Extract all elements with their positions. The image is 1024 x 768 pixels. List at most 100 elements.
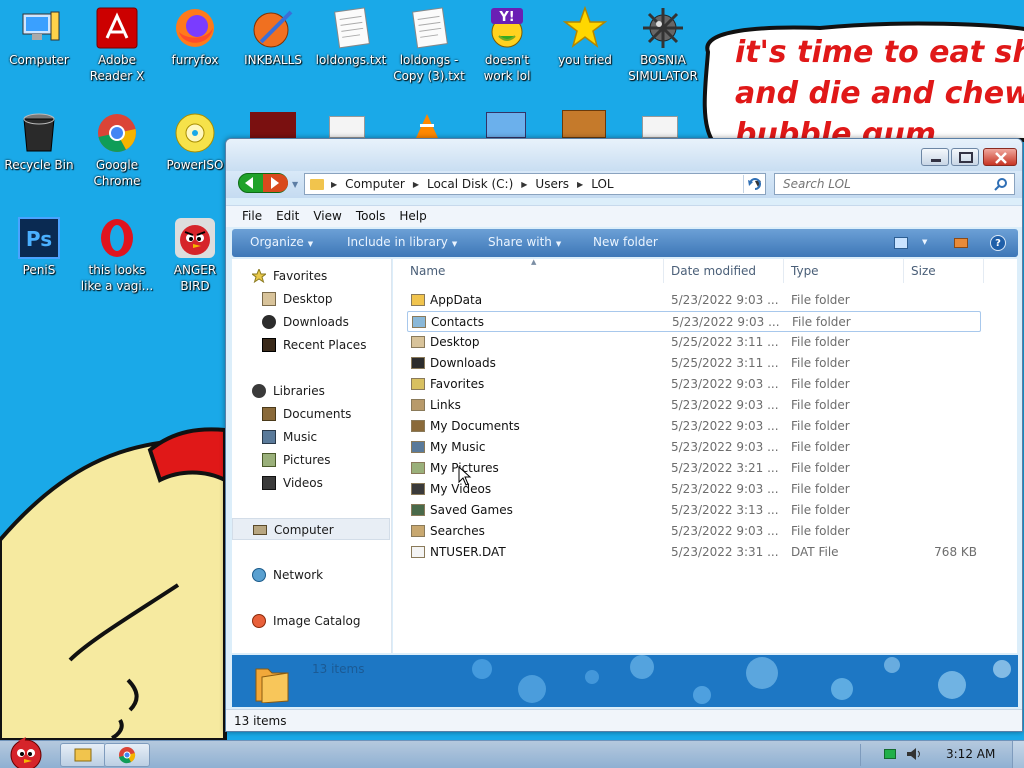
nav-image-catalog[interactable]: Image Catalog [232, 610, 390, 632]
nav-network[interactable]: Network [232, 564, 390, 586]
search-input[interactable] [783, 177, 983, 191]
breadcrumb-users[interactable]: Users [535, 177, 569, 191]
libraries-icon [252, 384, 266, 398]
desktop-icon-adobe-reader[interactable]: Adobe Reader X [78, 0, 156, 84]
nav-downloads[interactable]: Downloads [232, 311, 390, 333]
text-file-icon[interactable] [329, 116, 365, 138]
back-forward-buttons[interactable] [238, 173, 288, 193]
title-bar[interactable] [226, 139, 1022, 171]
preview-pane-icon[interactable] [954, 238, 968, 248]
recent-pages-dropdown[interactable]: ▼ [292, 180, 298, 189]
start-button[interactable] [2, 733, 48, 768]
menu-view[interactable]: View [306, 206, 348, 226]
show-desktop-button[interactable] [1012, 741, 1024, 768]
file-date-modified: 5/23/2022 3:13 ... [671, 503, 779, 517]
desktop-icon-google-chrome[interactable]: Google Chrome [78, 105, 156, 189]
file-row[interactable]: Searches 5/23/2022 9:03 ... File folder [407, 521, 981, 542]
nav-videos[interactable]: Videos [232, 472, 390, 494]
menu-help[interactable]: Help [392, 206, 433, 226]
nav-favorites[interactable]: Favorites [232, 265, 390, 287]
network-icon [252, 568, 266, 582]
chevron-right-icon[interactable]: ▶ [577, 180, 583, 189]
file-date-modified: 5/23/2022 9:03 ... [671, 482, 779, 496]
volume-icon[interactable] [906, 747, 922, 761]
network-tray-icon[interactable] [884, 749, 896, 759]
close-button[interactable] [983, 148, 1017, 166]
menu-edit[interactable]: Edit [269, 206, 306, 226]
new-folder-button[interactable]: New folder [593, 235, 658, 249]
column-divider[interactable] [983, 259, 984, 283]
column-header-name[interactable]: Name [410, 264, 445, 284]
chevron-right-icon[interactable]: ▶ [521, 180, 527, 189]
desktop-icon-recycle-bin[interactable]: Recycle Bin [0, 105, 78, 173]
column-divider[interactable] [663, 259, 664, 283]
breadcrumb-lol[interactable]: LOL [591, 177, 613, 191]
chevron-right-icon[interactable]: ▶ [413, 180, 419, 189]
desktop-icon-you-tried[interactable]: you tried [546, 0, 624, 68]
file-row[interactable]: AppData 5/23/2022 9:03 ... File folder [407, 290, 981, 311]
maximize-button[interactable] [951, 148, 979, 166]
column-divider[interactable] [903, 259, 904, 283]
file-row[interactable]: Favorites 5/23/2022 9:03 ... File folder [407, 374, 981, 395]
desktop-icon-poweriso[interactable]: PowerISO [156, 105, 234, 173]
column-header-type[interactable]: Type [791, 264, 819, 284]
file-row[interactable]: Links 5/23/2022 9:03 ... File folder [407, 395, 981, 416]
file-row[interactable]: My Documents 5/23/2022 9:03 ... File folde… [407, 416, 981, 437]
chevron-right-icon[interactable]: ▶ [331, 180, 337, 189]
desktop-icon-opera[interactable]: this looks like a vagi... [78, 210, 156, 294]
file-row[interactable]: Downloads 5/25/2022 3:11 ... File folder [407, 353, 981, 374]
refresh-button[interactable] [743, 175, 765, 193]
desktop-icon-furryfox[interactable]: furryfox [156, 0, 234, 68]
nav-libraries[interactable]: Libraries [232, 380, 390, 402]
menu-tools[interactable]: Tools [349, 206, 393, 226]
settings-app-icon[interactable] [486, 112, 526, 138]
address-bar[interactable]: ▶ Computer ▶ Local Disk (C:) ▶ Users ▶ L… [304, 173, 766, 195]
flash-icon[interactable] [250, 112, 296, 138]
breadcrumb-local-disk[interactable]: Local Disk (C:) [427, 177, 513, 191]
help-icon[interactable]: ? [990, 235, 1006, 251]
organize-button[interactable]: Organize ▼ [250, 235, 313, 249]
nav-music[interactable]: Music [232, 426, 390, 448]
desktop-icon-loldongs-txt[interactable]: loldongs.txt [312, 0, 390, 68]
file-row[interactable]: My Pictures 5/23/2022 3:21 ... File folder [407, 458, 981, 479]
desktop-icon-penis-photoshop[interactable]: Ps PeniS [0, 210, 78, 278]
column-header-size[interactable]: Size [911, 264, 936, 284]
desktop-icon-bosnia-simulator[interactable]: BOSNIA SIMULATOR [624, 0, 702, 84]
taskbar-chrome-button[interactable] [104, 743, 150, 767]
file-row[interactable]: NTUSER.DAT 5/23/2022 3:31 ... DAT File 768 … [407, 542, 981, 563]
text-file-icon[interactable] [642, 116, 678, 138]
desktop-icon-inkballs[interactable]: INKBALLS [234, 0, 312, 68]
desktop-icon-computer[interactable]: Computer [0, 0, 78, 68]
desktop-icon-loldongs-copy[interactable]: loldongs - Copy (3).txt [390, 0, 468, 84]
file-row[interactable]: My Music 5/23/2022 9:03 ... File folder [407, 437, 981, 458]
share-with-button[interactable]: Share with ▼ [488, 235, 561, 249]
file-row[interactable]: Saved Games 5/23/2022 3:13 ... File folder [407, 500, 981, 521]
column-header-date[interactable]: Date modified [671, 264, 756, 284]
desktop-icon-anger-bird[interactable]: ANGER BIRD [156, 210, 234, 294]
search-box[interactable] [774, 173, 1015, 195]
back-arrow-icon[interactable] [239, 174, 263, 192]
clock[interactable]: 3:12 AM [946, 747, 995, 761]
change-view-icon[interactable] [894, 237, 908, 249]
taskbar-explorer-button[interactable] [60, 743, 106, 767]
nav-pictures[interactable]: Pictures [232, 449, 390, 471]
breadcrumb: ▶ Computer ▶ Local Disk (C:) ▶ Users ▶ L… [327, 177, 614, 191]
breadcrumb-computer[interactable]: Computer [345, 177, 405, 191]
menu-file[interactable]: File [226, 206, 269, 226]
vlc-icon[interactable] [416, 114, 438, 138]
file-row[interactable]: Contacts 5/23/2022 9:03 ... File folder [407, 311, 981, 332]
nav-computer[interactable]: Computer [232, 518, 390, 540]
briefcase-icon[interactable] [562, 110, 606, 138]
file-row[interactable]: Desktop 5/25/2022 3:11 ... File folder [407, 332, 981, 353]
forward-button[interactable] [263, 174, 288, 192]
file-row[interactable]: My Videos 5/23/2022 9:03 ... File folder [407, 479, 981, 500]
column-divider[interactable] [783, 259, 784, 283]
nav-recent-places[interactable]: Recent Places [232, 334, 390, 356]
search-icon[interactable] [994, 177, 1008, 191]
desktop-icon-yahoo[interactable]: Y! doesn't work lol [468, 0, 546, 84]
minimize-button[interactable] [921, 148, 949, 166]
nav-desktop[interactable]: Desktop [232, 288, 390, 310]
nav-documents[interactable]: Documents [232, 403, 390, 425]
chevron-down-icon[interactable]: ▼ [922, 238, 927, 246]
include-in-library-button[interactable]: Include in library ▼ [347, 235, 457, 249]
